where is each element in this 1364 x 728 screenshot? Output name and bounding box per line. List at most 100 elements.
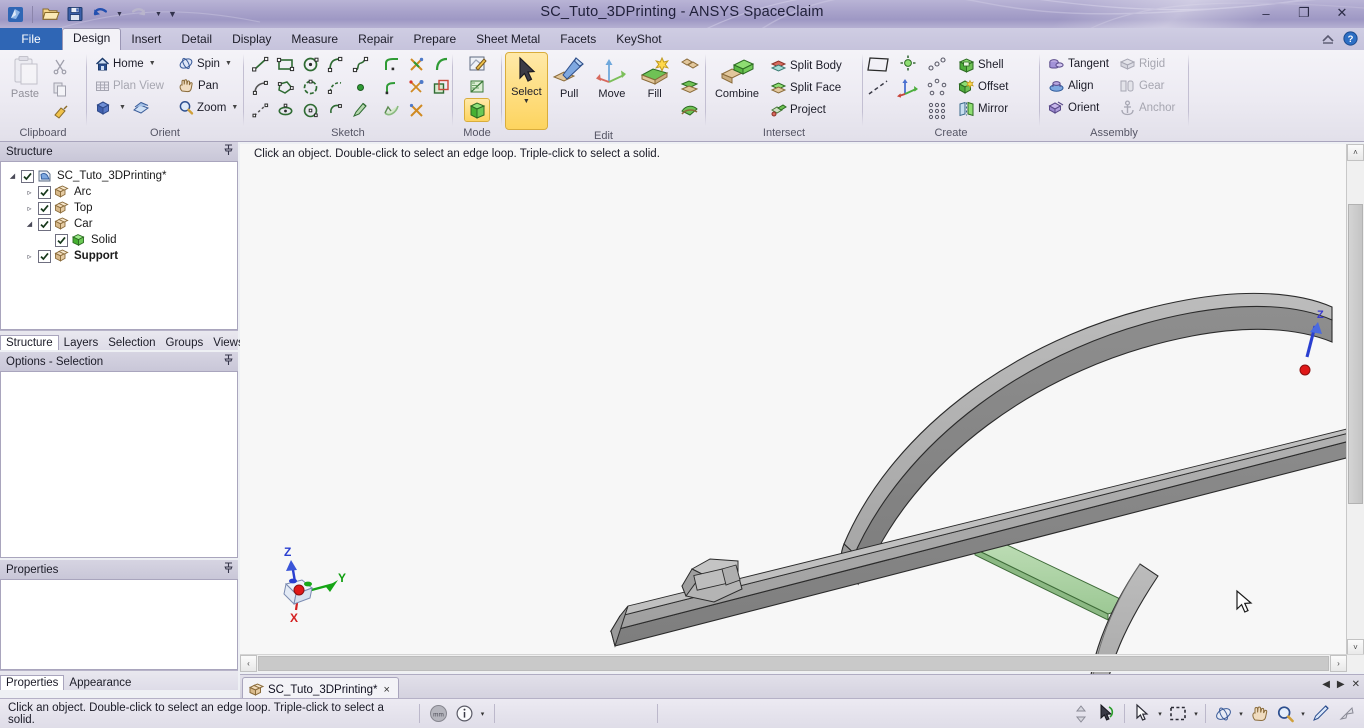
graphics-viewport[interactable]: Click an object. Double-click to select … [240, 144, 1364, 715]
combine-button[interactable]: Combine [710, 53, 764, 100]
tree-item[interactable]: ▹ Support [7, 248, 237, 264]
scroll-up-button[interactable]: ˄ [1347, 144, 1364, 161]
save-icon[interactable] [64, 3, 86, 25]
select-tool-icon[interactable] [1094, 703, 1120, 725]
doc-close-icon[interactable]: ✕ [1352, 679, 1360, 690]
anchor-button[interactable]: Anchor [1115, 97, 1179, 118]
point-cloud-icon[interactable] [925, 53, 949, 75]
offset-button[interactable]: Offset [954, 76, 1012, 97]
gear-button[interactable]: Gear [1115, 75, 1179, 96]
arc-center-icon[interactable] [323, 99, 347, 121]
tree-item-checkbox[interactable] [38, 249, 51, 263]
pin-icon[interactable] [223, 144, 234, 159]
viewport-vertical-scrollbar[interactable]: ˄ ˅ [1346, 144, 1364, 656]
view-cube-button[interactable]: ▼ [91, 97, 168, 118]
tree-item-checkbox[interactable] [55, 233, 68, 247]
select-dropdown-caret-icon[interactable]: ▼ [523, 98, 530, 106]
split-body-button[interactable]: Split Body [766, 55, 846, 76]
panel-tab-layers[interactable]: Layers [59, 336, 104, 350]
ribbon-tab-design[interactable]: Design [62, 28, 122, 50]
tree-item-checkbox[interactable] [21, 169, 34, 183]
vertical-scroll-thumb[interactable] [1348, 204, 1363, 504]
fillet-icon[interactable] [429, 53, 453, 75]
select-button[interactable]: Select ▼ [505, 52, 548, 130]
pan-button[interactable]: Pan [174, 75, 242, 96]
tangent-arc-icon[interactable] [323, 53, 347, 75]
tree-item-checkbox[interactable] [38, 217, 51, 231]
ellipse-center-icon[interactable] [298, 99, 322, 121]
pin-icon[interactable] [223, 354, 234, 369]
axis-icon[interactable] [896, 53, 920, 75]
spin-caret-icon[interactable]: ▼ [225, 60, 232, 67]
section-mode-icon[interactable] [465, 76, 489, 98]
pin-icon[interactable] [223, 562, 234, 577]
doc-prev-icon[interactable]: ◀ [1322, 679, 1330, 690]
panel-tab-appearance[interactable]: Appearance [64, 676, 136, 690]
orient-assembly-button[interactable]: Orient [1044, 97, 1113, 118]
format-painter-button[interactable] [48, 101, 73, 123]
project-button[interactable]: Project [766, 99, 846, 120]
box-select-caret-icon[interactable]: ▾ [1191, 710, 1201, 718]
blend-small-icon[interactable] [677, 99, 701, 121]
app-menu-icon[interactable] [4, 3, 26, 25]
spline-icon[interactable] [348, 53, 372, 75]
circle-icon[interactable] [298, 53, 322, 75]
tree-item-checkbox[interactable] [38, 185, 51, 199]
trim-corner-icon[interactable] [404, 53, 428, 75]
undo-icon[interactable] [89, 3, 111, 25]
pan-tool-icon[interactable] [1246, 703, 1272, 725]
pull-button[interactable]: Pull [549, 53, 590, 100]
ribbon-tab-measure[interactable]: Measure [281, 29, 348, 50]
help-icon[interactable]: ? [1343, 31, 1358, 49]
ribbon-tab-sheet-metal[interactable]: Sheet Metal [466, 29, 550, 50]
home-caret-icon[interactable]: ▼ [149, 60, 156, 67]
pattern-circular-icon[interactable] [925, 76, 949, 98]
pointer-caret-icon[interactable]: ▾ [1155, 710, 1165, 718]
ribbon-tab-file[interactable]: File [0, 28, 62, 50]
customize-qat-icon[interactable]: ▼ [167, 9, 178, 19]
viewport-horizontal-scrollbar[interactable]: ‹ › [240, 654, 1364, 672]
support-body[interactable] [973, 543, 1137, 621]
trim-away-icon[interactable] [404, 99, 428, 121]
ribbon-tab-facets[interactable]: Facets [550, 29, 606, 50]
pointer-tool-icon[interactable] [1129, 703, 1155, 725]
zoom-button[interactable]: Zoom ▼ [174, 97, 242, 118]
info-icon[interactable] [452, 703, 478, 725]
close-button[interactable]: ✕ [1324, 2, 1360, 24]
ribbon-tab-insert[interactable]: Insert [121, 29, 171, 50]
ribbon-tab-detail[interactable]: Detail [171, 29, 222, 50]
tree-item[interactable]: ▹ Top [7, 200, 237, 216]
polygon-icon[interactable] [273, 76, 297, 98]
panel-tab-properties[interactable]: Properties [0, 675, 65, 690]
minimize-button[interactable]: – [1248, 2, 1284, 24]
copy-button[interactable] [48, 78, 73, 100]
model-3d-render[interactable]: Z [240, 144, 1364, 715]
ellipse-icon[interactable] [273, 99, 297, 121]
point-icon[interactable] [348, 76, 372, 98]
tree-expand-icon[interactable]: ▹ [24, 204, 35, 213]
plane-icon[interactable] [867, 53, 891, 75]
project-to-sketch-icon[interactable] [429, 76, 453, 98]
pattern-grid-icon[interactable] [925, 99, 949, 121]
zoom-caret-icon[interactable]: ▼ [231, 104, 238, 111]
panel-tab-structure[interactable]: Structure [0, 335, 59, 350]
spin-tool-icon[interactable] [1210, 703, 1236, 725]
redo-icon[interactable] [128, 3, 150, 25]
shell-button[interactable]: Shell [954, 54, 1012, 75]
split-small-icon[interactable] [677, 76, 701, 98]
restore-button[interactable]: ❐ [1286, 2, 1322, 24]
zoom-tool-icon[interactable] [1272, 703, 1298, 725]
fill-button[interactable]: Fill [634, 53, 675, 100]
tree-item[interactable]: ◢ SC_Tuto_3DPrinting* [7, 168, 237, 184]
ribbon-tab-prepare[interactable]: Prepare [403, 29, 466, 50]
paste-button[interactable]: Paste [4, 53, 46, 100]
undo-caret-icon[interactable]: ▼ [114, 11, 125, 18]
ribbon-tab-keyshot[interactable]: KeyShot [606, 29, 671, 50]
panel-tab-selection[interactable]: Selection [103, 336, 160, 350]
minimize-ribbon-icon[interactable] [1321, 33, 1335, 48]
units-icon[interactable]: mm [426, 703, 452, 725]
viewport-canvas[interactable]: Click an object. Double-click to select … [240, 144, 1364, 715]
doc-next-icon[interactable]: ▶ [1337, 679, 1345, 690]
tree-item-checkbox[interactable] [38, 201, 51, 215]
three-point-circle-icon[interactable] [298, 76, 322, 98]
